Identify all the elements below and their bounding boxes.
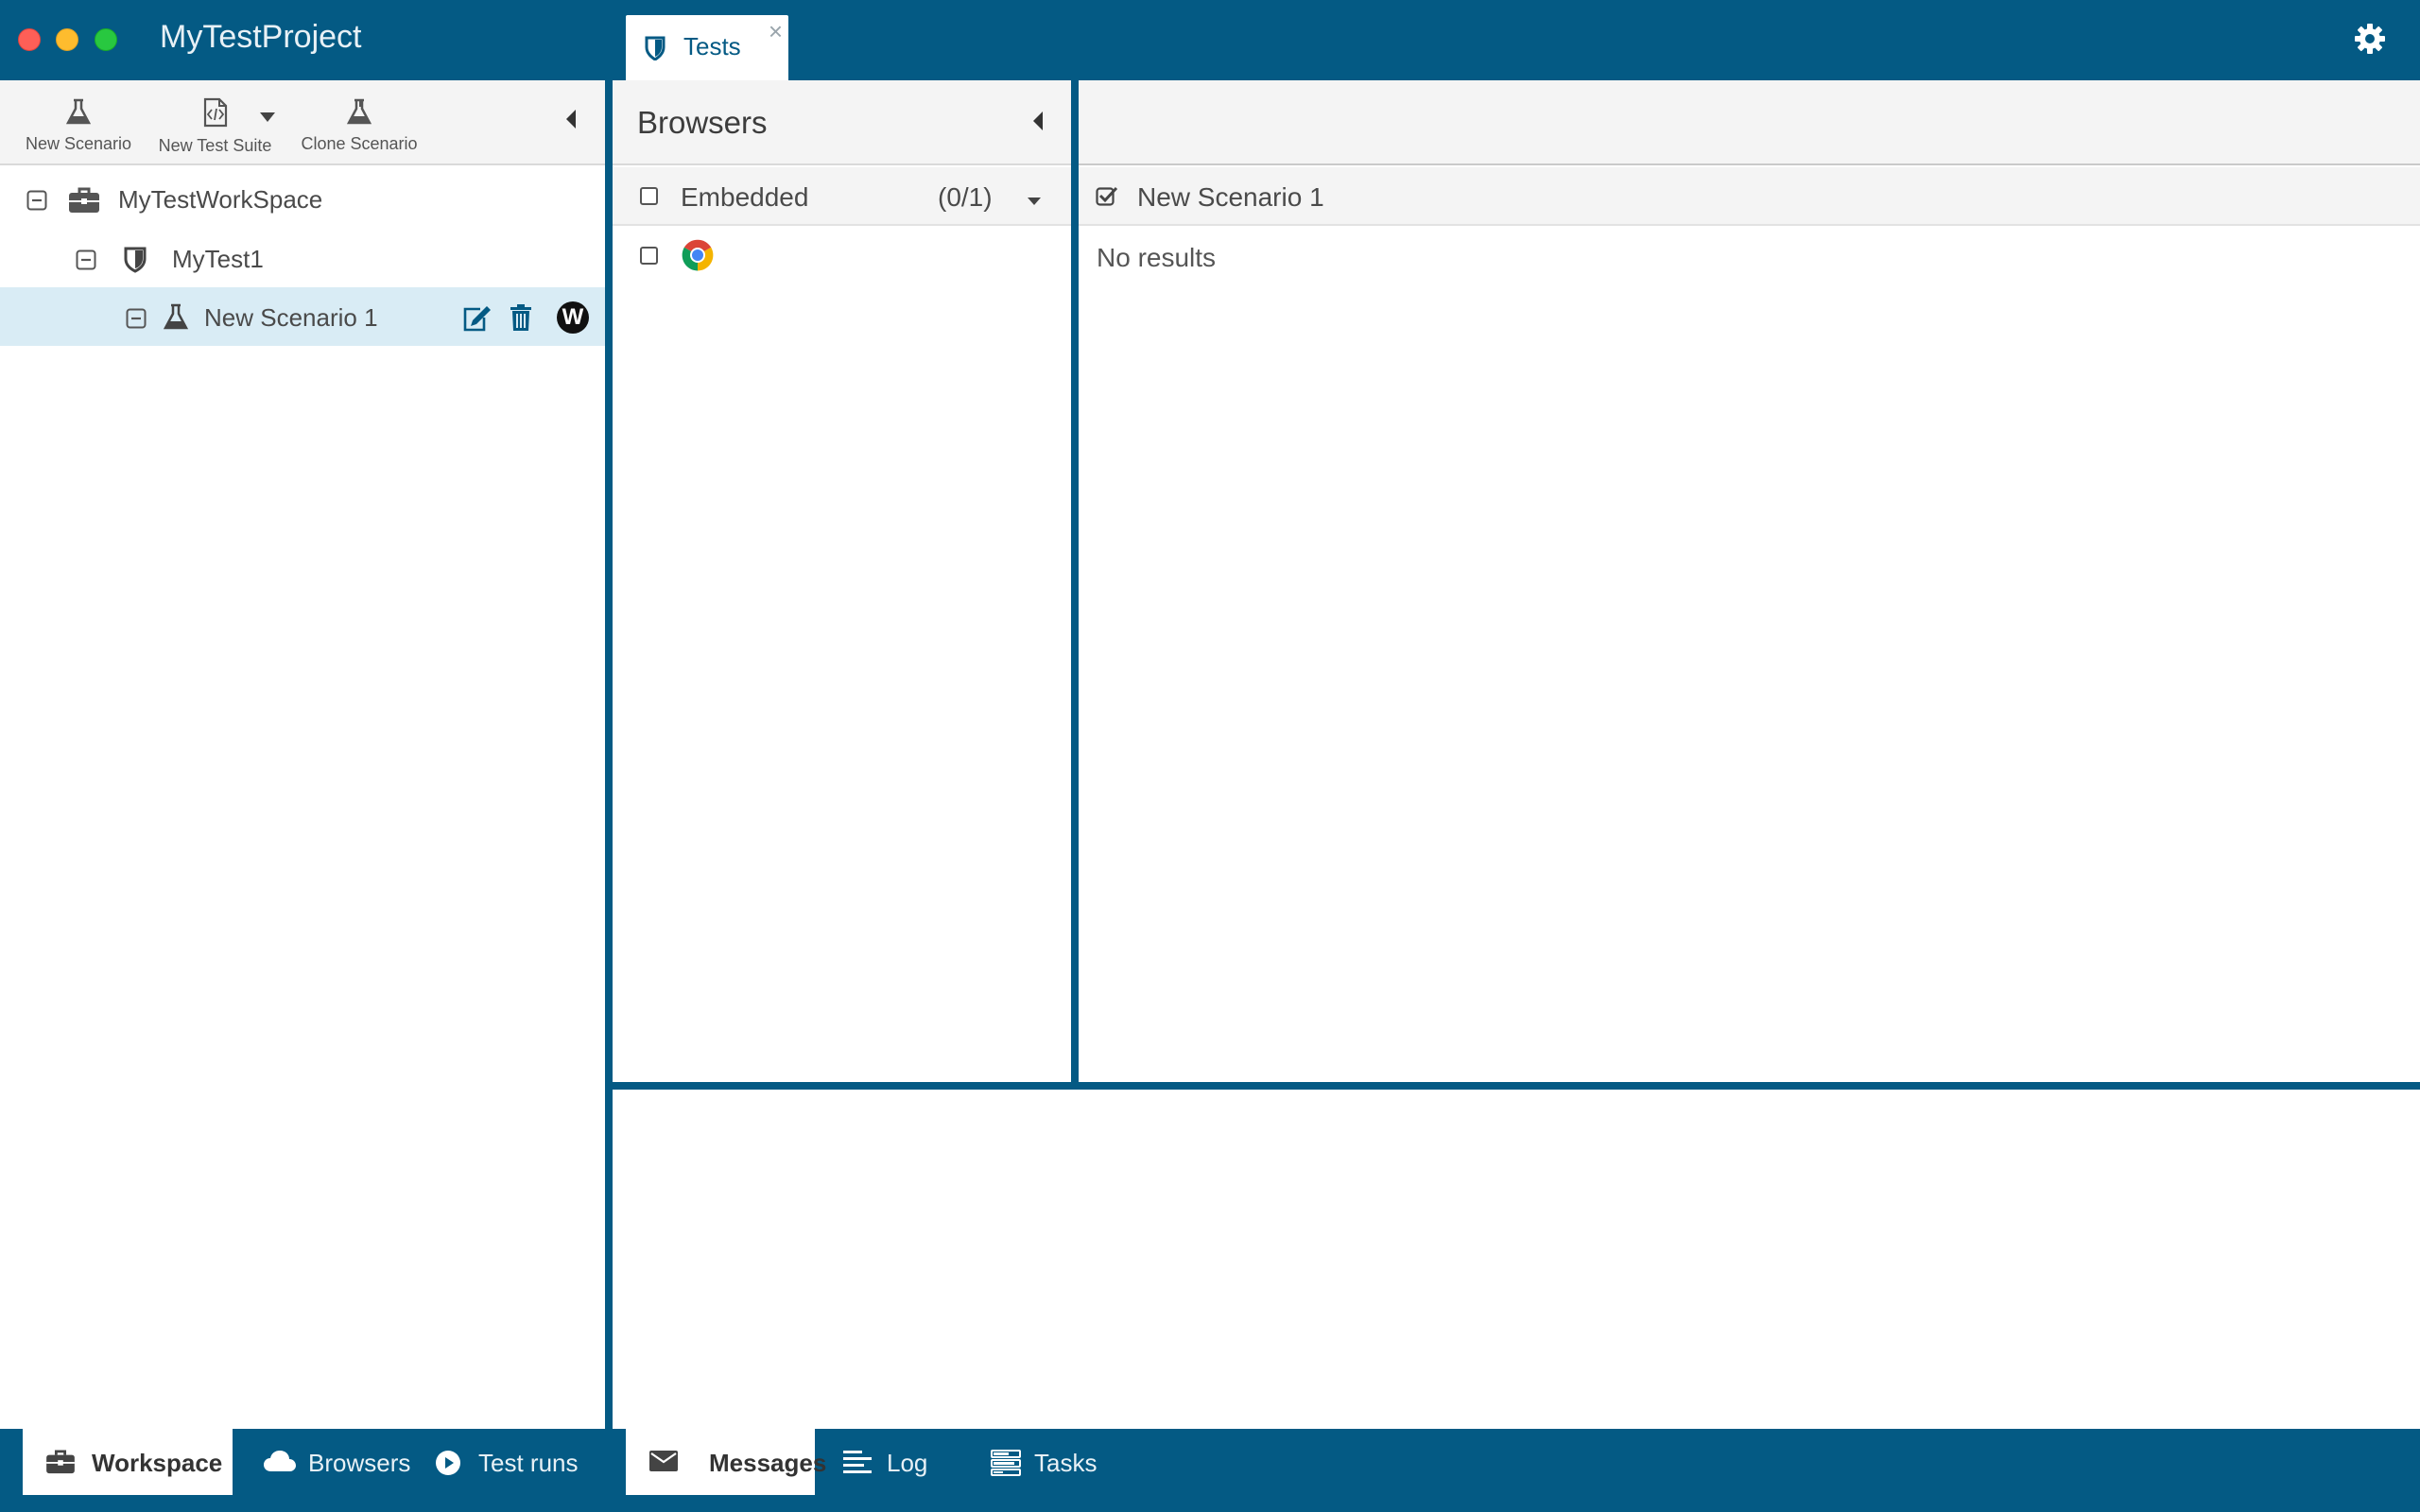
tab-tests[interactable]: Tests × bbox=[626, 15, 788, 80]
close-window-button[interactable] bbox=[18, 28, 41, 51]
flask-icon bbox=[17, 97, 140, 130]
panel-divider[interactable] bbox=[1071, 80, 1079, 1082]
trash-icon[interactable] bbox=[510, 303, 532, 336]
tab-workspace-label: Workspace bbox=[92, 1449, 223, 1477]
tree-item-suite[interactable]: MyTest1 bbox=[0, 232, 605, 286]
browser-checkbox[interactable] bbox=[640, 247, 658, 265]
checked-checkbox-icon[interactable] bbox=[1096, 185, 1118, 211]
new-scenario-label: New Scenario bbox=[25, 134, 132, 153]
panel-divider-horizontal[interactable] bbox=[613, 1082, 2420, 1090]
browser-item[interactable] bbox=[613, 232, 1071, 284]
flask-clone-icon bbox=[295, 97, 424, 130]
browser-group-label: Embedded bbox=[681, 182, 809, 212]
tasks-icon bbox=[991, 1450, 1021, 1483]
bottom-right-tab-bar: Messages Log Tasks bbox=[613, 1429, 2420, 1512]
tree-item-scenario[interactable]: New Scenario 1 W bbox=[0, 287, 605, 346]
flask-icon bbox=[163, 302, 189, 335]
tree-item-label: MyTestWorkSpace bbox=[118, 185, 323, 214]
tab-tasks[interactable]: Tasks bbox=[991, 1429, 1123, 1495]
tab-messages-label: Messages bbox=[709, 1449, 827, 1477]
tree-item-label: MyTest1 bbox=[172, 245, 264, 273]
app-title: MyTestProject bbox=[160, 19, 362, 55]
tab-browsers-label: Browsers bbox=[308, 1449, 411, 1477]
tab-test-runs[interactable]: Test runs bbox=[433, 1429, 594, 1495]
edit-icon[interactable] bbox=[461, 304, 492, 337]
tab-log-label: Log bbox=[887, 1449, 928, 1477]
collapse-icon[interactable] bbox=[76, 249, 96, 275]
envelope-icon bbox=[648, 1450, 679, 1479]
browsers-panel: Browsers Embedded (0/1) bbox=[613, 80, 1071, 1082]
no-results-text: No results bbox=[1097, 243, 1217, 272]
tab-workspace[interactable]: Workspace bbox=[23, 1429, 233, 1495]
collapse-icon[interactable] bbox=[126, 308, 147, 334]
caret-down-icon[interactable] bbox=[1027, 194, 1042, 211]
clone-scenario-label: Clone Scenario bbox=[301, 134, 418, 153]
chrome-icon bbox=[680, 237, 716, 278]
tab-label: Tests bbox=[683, 32, 741, 60]
w-badge[interactable]: W bbox=[557, 301, 589, 334]
maximize-window-button[interactable] bbox=[95, 28, 117, 51]
minimize-window-button[interactable] bbox=[56, 28, 78, 51]
results-scenario-title: New Scenario 1 bbox=[1137, 182, 1324, 212]
shield-icon bbox=[124, 247, 147, 278]
tree-item-workspace[interactable]: MyTestWorkSpace bbox=[0, 172, 605, 227]
collapse-left-icon[interactable] bbox=[565, 109, 577, 134]
browsers-title: Browsers bbox=[637, 105, 768, 140]
shield-icon bbox=[645, 36, 666, 65]
browser-group-embedded[interactable]: Embedded (0/1) bbox=[613, 167, 1071, 226]
bottom-left-tab-bar: Workspace Browsers Test runs bbox=[0, 1429, 605, 1512]
browser-group-count: (0/1) bbox=[938, 182, 993, 212]
workspace-panel: New Scenario New Test Suite Clone Scenar… bbox=[0, 80, 605, 1429]
tab-test-runs-label: Test runs bbox=[478, 1449, 579, 1477]
title-bar: MyTestProject Tests × bbox=[0, 0, 2420, 80]
bottom-divider bbox=[605, 1429, 613, 1512]
briefcase-icon bbox=[68, 187, 100, 218]
tab-messages[interactable]: Messages bbox=[626, 1429, 826, 1495]
browsers-header: Browsers bbox=[613, 80, 1071, 165]
cloud-icon bbox=[263, 1450, 297, 1479]
caret-down-icon[interactable] bbox=[259, 111, 276, 128]
clone-scenario-button[interactable]: Clone Scenario bbox=[295, 97, 424, 154]
tab-tasks-label: Tasks bbox=[1034, 1449, 1098, 1477]
results-panel: New Scenario 1 No results bbox=[1079, 80, 2420, 1082]
embedded-checkbox[interactable] bbox=[640, 187, 658, 205]
tab-browsers[interactable]: Browsers bbox=[261, 1429, 412, 1495]
tree-item-label: New Scenario 1 bbox=[204, 303, 378, 332]
gear-icon[interactable] bbox=[2354, 23, 2386, 60]
tab-log[interactable]: Log bbox=[841, 1429, 936, 1495]
new-test-suite-label: New Test Suite bbox=[158, 136, 272, 155]
collapse-icon[interactable] bbox=[26, 190, 47, 215]
panel-divider[interactable] bbox=[605, 80, 613, 1429]
new-scenario-button[interactable]: New Scenario bbox=[17, 97, 140, 154]
briefcase-icon bbox=[45, 1450, 76, 1481]
collapse-left-icon[interactable] bbox=[1032, 111, 1044, 136]
align-left-icon bbox=[843, 1450, 872, 1481]
workspace-toolbar: New Scenario New Test Suite Clone Scenar… bbox=[0, 80, 605, 165]
results-toolbar bbox=[1079, 80, 2420, 165]
results-header: New Scenario 1 bbox=[1079, 167, 2420, 226]
messages-panel bbox=[613, 1090, 2420, 1429]
tab-close-icon[interactable]: × bbox=[769, 17, 783, 46]
play-circle-icon bbox=[435, 1450, 461, 1483]
